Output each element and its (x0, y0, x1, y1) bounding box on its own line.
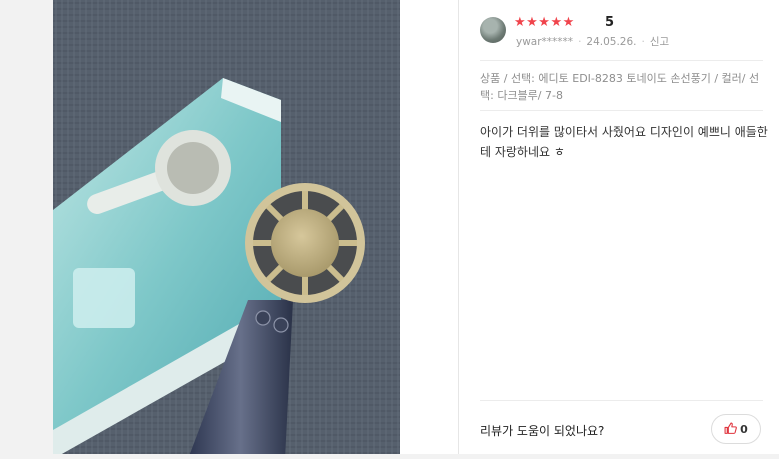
review-body: 아이가 더위를 많이타서 사줬어요 디자인이 예쁘니 애들한테 자랑하네요 ㅎ (480, 125, 768, 159)
divider (480, 60, 763, 61)
photo-gutter (400, 0, 458, 459)
review-meta: ywar****** · 24.05.26. · 신고 (516, 36, 670, 48)
helpful-question: 리뷰가 도움이 되었나요? (480, 424, 605, 438)
left-gutter (0, 0, 53, 459)
like-button[interactable]: 0 (711, 414, 761, 444)
bottom-edge (0, 454, 779, 459)
reviewer-header: ★★★★★ 5 ywar****** · 24.05.26. · 신고 (480, 15, 770, 48)
star-rating: ★★★★★ (514, 15, 575, 30)
review-photo[interactable] (53, 0, 400, 459)
review-photo-image (53, 0, 400, 459)
review-date: 24.05.26. (586, 36, 637, 48)
thumbs-up-icon (724, 420, 738, 439)
divider (480, 110, 763, 111)
rating-value: 5 (605, 15, 615, 30)
like-count: 0 (740, 422, 748, 436)
review-panel: ★★★★★ 5 ywar****** · 24.05.26. · 신고 상품 / 선택:… (458, 0, 779, 459)
report-link[interactable]: 신고 (650, 36, 669, 48)
author-name: ywar****** (516, 36, 574, 48)
avatar (480, 17, 506, 43)
divider (480, 400, 763, 401)
product-option-info: 상품 / 선택: 에디토 EDI-8283 토네이도 손선풍기 / 컬러/ 선택… (480, 72, 760, 102)
